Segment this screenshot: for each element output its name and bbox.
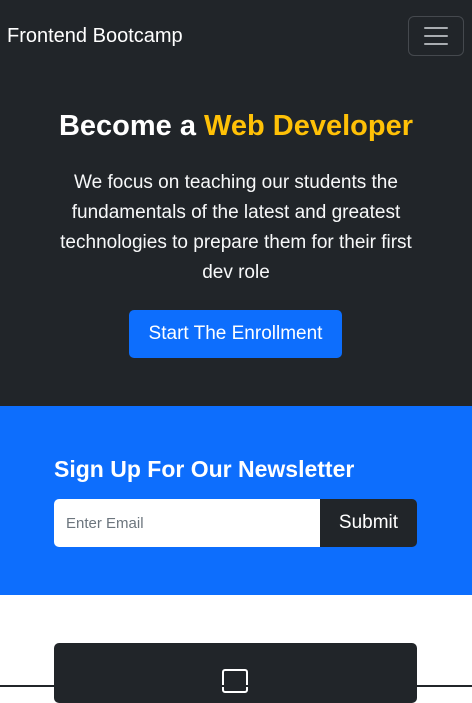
laptop-icon (222, 669, 248, 693)
newsletter-form: Submit (54, 499, 417, 547)
hero-lead: We focus on teaching our students the fu… (60, 172, 412, 283)
email-input[interactable] (54, 499, 320, 547)
hero-title: Become a Web Developer (0, 110, 472, 143)
hero-title-accent: Web Developer (204, 110, 414, 142)
hero-section: Become a Web Developer We focus on teach… (0, 72, 472, 406)
submit-button[interactable]: Submit (320, 499, 417, 547)
hamburger-menu-icon[interactable] (408, 16, 464, 56)
newsletter-section: Sign Up For Our Newsletter Submit (0, 406, 472, 595)
feature-card (54, 643, 417, 703)
newsletter-heading: Sign Up For Our Newsletter (54, 456, 355, 482)
toggler-bar (424, 43, 448, 45)
toggler-bar (424, 35, 448, 37)
navbar-brand[interactable]: Frontend Bootcamp (7, 25, 183, 48)
toggler-bar (424, 27, 448, 29)
hero-title-prefix: Become a (58, 110, 205, 142)
navbar: Frontend Bootcamp (0, 0, 472, 72)
start-enrollment-button[interactable]: Start The Enrollment (129, 310, 342, 358)
